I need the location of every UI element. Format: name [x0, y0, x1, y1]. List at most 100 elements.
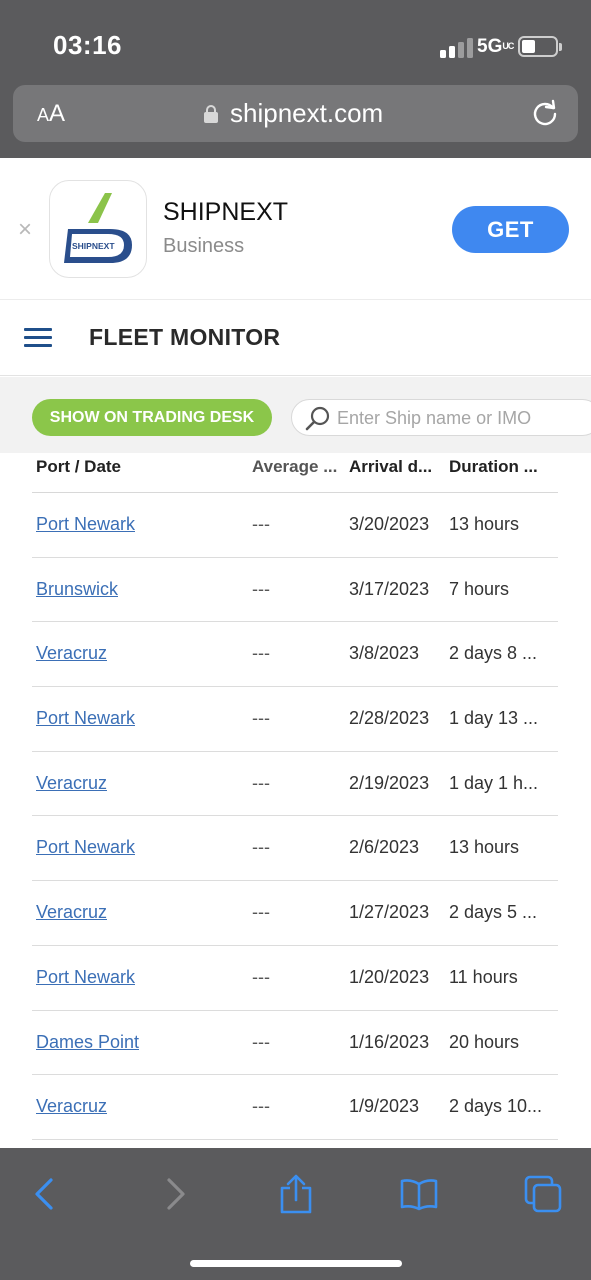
smart-app-banner: × SHIPNEXT SHIPNEXT Business GET: [0, 158, 591, 300]
port-cell: Brunswick: [36, 579, 118, 600]
table-row: Veracruz --- 3/8/2023 2 days 8 ...: [32, 622, 558, 688]
duration-cell: 1 day 1 h...: [449, 772, 539, 793]
table-row: Port Newark --- 1/20/2023 11 hours: [32, 946, 558, 1011]
port-cell: Dames Point: [36, 1032, 139, 1053]
port-link[interactable]: Port Newark: [36, 837, 135, 857]
hamburger-menu-icon[interactable]: [24, 328, 52, 348]
column-header-average[interactable]: Average ...: [252, 457, 344, 477]
port-cell: Veracruz: [36, 902, 107, 923]
page-header: FLEET MONITOR: [0, 300, 591, 376]
average-cell: ---: [252, 643, 270, 664]
status-bar: 03:16 5GUC: [0, 0, 591, 80]
port-link[interactable]: Veracruz: [36, 773, 107, 793]
duration-cell: 13 hours: [449, 514, 520, 534]
port-link[interactable]: Port Newark: [36, 708, 135, 728]
port-link[interactable]: Veracruz: [36, 1096, 107, 1116]
table-body: Port Newark --- 3/20/2023 13 hours Brunswick…: [32, 493, 558, 1140]
duration-cell: 13 hours: [449, 837, 520, 858]
duration-cell: 2 days 10...: [449, 1096, 543, 1117]
duration-cell: 2 days 8 ...: [449, 643, 538, 664]
search-icon: [305, 406, 330, 431]
table-row: Port Newark --- 2/6/2023 13 hours: [32, 816, 558, 882]
fleet-toolbar: SHOW ON TRADING DESK Enter Ship name or …: [0, 377, 591, 453]
arrival-date-cell: 3/20/2023: [349, 514, 430, 534]
home-indicator: [190, 1260, 402, 1267]
table-row: Veracruz --- 1/9/2023 2 days 10...: [32, 1075, 558, 1140]
table-row: Veracruz --- 2/19/2023 1 day 1 h...: [32, 752, 558, 817]
search-placeholder: Enter Ship name or IMO: [337, 408, 532, 428]
url-text[interactable]: shipnext.com: [230, 98, 383, 129]
port-link[interactable]: Brunswick: [36, 579, 118, 599]
shipnext-logo-icon: SHIPNEXT: [64, 193, 132, 263]
battery-tip: [559, 43, 562, 51]
logo-text: SHIPNEXT: [72, 241, 115, 251]
average-cell: ---: [252, 902, 270, 923]
duration-cell: 1 day 13 ...: [449, 708, 539, 729]
duration-cell: 2 days 5 ...: [449, 902, 538, 923]
app-logo: SHIPNEXT: [49, 180, 147, 278]
table-row: Dames Point --- 1/16/2023 20 hours: [32, 1011, 558, 1076]
share-icon[interactable]: [276, 1174, 316, 1214]
port-cell: Veracruz: [36, 1096, 107, 1117]
arrival-date-cell: 2/28/2023: [349, 708, 430, 729]
average-cell: ---: [252, 578, 270, 599]
average-cell: ---: [252, 966, 270, 987]
page-title: FLEET MONITOR: [89, 324, 281, 350]
ship-search-input[interactable]: Enter Ship name or IMO: [291, 399, 591, 436]
port-cell: Veracruz: [36, 643, 107, 664]
duration-cell: 11 hours: [449, 966, 518, 987]
table-header: Port / Date Average ... Arrival d... Dur…: [32, 453, 558, 493]
signal-icon: [440, 36, 474, 58]
close-banner-icon[interactable]: ×: [18, 216, 32, 244]
average-cell: ---: [252, 837, 270, 858]
port-link[interactable]: Veracruz: [36, 643, 107, 663]
arrival-date-cell: 1/27/2023: [349, 902, 430, 923]
reload-icon[interactable]: [531, 99, 559, 127]
arrival-date-cell: 3/17/2023: [349, 578, 430, 599]
lock-icon: [204, 105, 218, 123]
network-indicator: 5GUC: [477, 36, 514, 57]
forward-icon[interactable]: [154, 1174, 194, 1214]
port-cell: Port Newark: [36, 708, 135, 729]
duration-cell: 20 hours: [449, 1031, 520, 1052]
address-bar[interactable]: AA shipnext.com: [13, 85, 578, 142]
browser-url-area: AA shipnext.com: [0, 80, 591, 158]
browser-toolbar: [0, 1148, 591, 1280]
average-cell: ---: [252, 514, 270, 534]
app-name: SHIPNEXT: [163, 198, 289, 226]
get-button[interactable]: GET: [452, 206, 569, 253]
bookmarks-icon[interactable]: [399, 1174, 439, 1214]
column-header-arrival[interactable]: Arrival d...: [349, 457, 445, 477]
text-size-button[interactable]: AA: [37, 100, 65, 128]
arrival-date-cell: 2/19/2023: [349, 772, 430, 793]
table-row: Port Newark --- 2/28/2023 1 day 13 ...: [32, 687, 558, 752]
table-row: Veracruz --- 1/27/2023 2 days 5 ...: [32, 881, 558, 946]
show-on-trading-desk-button[interactable]: SHOW ON TRADING DESK: [32, 399, 272, 436]
arrival-date-cell: 1/9/2023: [349, 1096, 420, 1117]
port-link[interactable]: Port Newark: [36, 967, 135, 987]
port-cell: Veracruz: [36, 773, 107, 794]
status-time: 03:16: [53, 30, 122, 60]
back-icon[interactable]: [26, 1174, 66, 1214]
arrival-date-cell: 3/8/2023: [349, 643, 420, 664]
column-header-port-date[interactable]: Port / Date: [36, 457, 121, 477]
port-cell: Port Newark: [36, 967, 135, 988]
arrival-date-cell: 2/6/2023: [349, 837, 420, 858]
average-cell: ---: [252, 1096, 270, 1117]
port-link[interactable]: Dames Point: [36, 1032, 139, 1052]
table-row: Port Newark --- 3/20/2023 13 hours: [32, 493, 558, 558]
port-link[interactable]: Port Newark: [36, 514, 135, 534]
duration-cell: 7 hours: [449, 578, 510, 599]
arrival-date-cell: 1/16/2023: [349, 1031, 430, 1052]
port-cell: Port Newark: [36, 837, 135, 858]
column-header-duration[interactable]: Duration ...: [449, 457, 558, 477]
average-cell: ---: [252, 772, 270, 793]
port-link[interactable]: Veracruz: [36, 902, 107, 922]
port-calls-table: Port / Date Average ... Arrival d... Dur…: [32, 453, 558, 1140]
table-row: Brunswick --- 3/17/2023 7 hours: [32, 558, 558, 623]
tabs-icon[interactable]: [523, 1174, 563, 1214]
average-cell: ---: [252, 708, 270, 729]
arrival-date-cell: 1/20/2023: [349, 966, 430, 987]
battery-icon: [518, 36, 558, 57]
average-cell: ---: [252, 1031, 270, 1052]
